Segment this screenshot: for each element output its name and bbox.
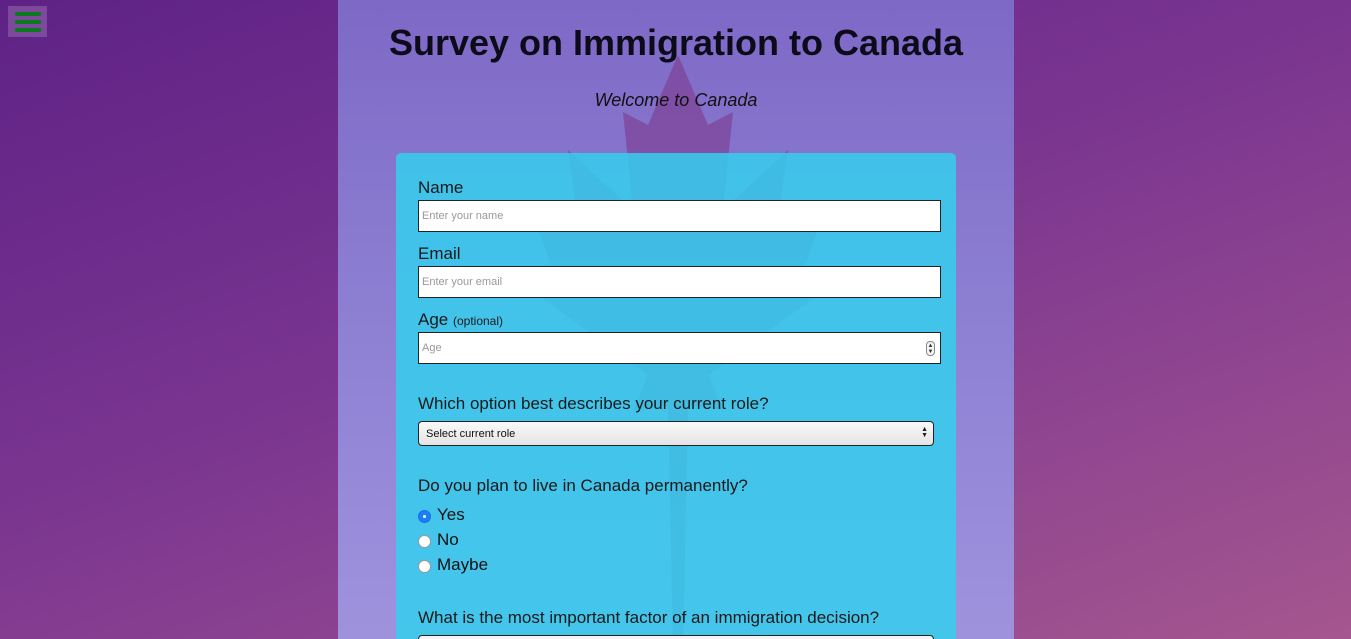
permanent-question: Do you plan to live in Canada permanentl…	[418, 476, 748, 495]
age-spinner[interactable]: ▲ ▼	[926, 341, 935, 356]
radio-label-maybe: Maybe	[437, 555, 489, 574]
radio-label-yes: Yes	[437, 505, 465, 524]
age-label: Age (optional)	[418, 310, 503, 330]
survey-form: Name Enter your name Email Enter your em…	[396, 153, 956, 639]
email-input[interactable]: Enter your email	[418, 266, 941, 298]
name-input[interactable]: Enter your name	[418, 200, 941, 232]
role-select-value: Select current role	[426, 427, 516, 440]
radio-button-checked[interactable]	[418, 510, 431, 523]
radio-option-maybe[interactable]: Maybe	[418, 555, 488, 575]
factor-select[interactable]	[418, 635, 934, 639]
hamburger-menu-icon[interactable]	[8, 6, 47, 37]
age-input[interactable]: Age ▲ ▼	[418, 332, 941, 364]
radio-option-yes[interactable]: Yes	[418, 505, 465, 525]
factor-question: What is the most important factor of an …	[418, 608, 880, 627]
name-placeholder: Enter your name	[422, 210, 504, 222]
age-placeholder: Age	[422, 342, 442, 354]
role-question: Which option best describes your current…	[418, 394, 769, 413]
age-label-text: Age	[418, 310, 449, 329]
radio-button[interactable]	[418, 560, 431, 573]
select-arrows-icon: ▲ ▼	[921, 426, 928, 439]
age-optional-hint: (optional)	[452, 314, 504, 328]
email-label: Email	[418, 244, 461, 263]
name-label: Name	[418, 178, 464, 197]
menu-bar	[14, 11, 41, 16]
email-placeholder: Enter your email	[422, 276, 503, 288]
menu-bar	[14, 27, 41, 32]
role-select[interactable]: Select current role ▲ ▼	[418, 421, 934, 446]
radio-label-no: No	[437, 530, 459, 549]
page-subtitle: Welcome to Canada	[594, 90, 758, 110]
survey-container: Survey on Immigration to Canada Welcome …	[338, 0, 1014, 639]
spinner-down-icon[interactable]: ▼	[928, 349, 934, 355]
radio-option-no[interactable]: No	[418, 530, 459, 550]
page-title: Survey on Immigration to Canada	[388, 22, 964, 63]
radio-button[interactable]	[418, 535, 431, 548]
menu-bar	[14, 19, 41, 24]
